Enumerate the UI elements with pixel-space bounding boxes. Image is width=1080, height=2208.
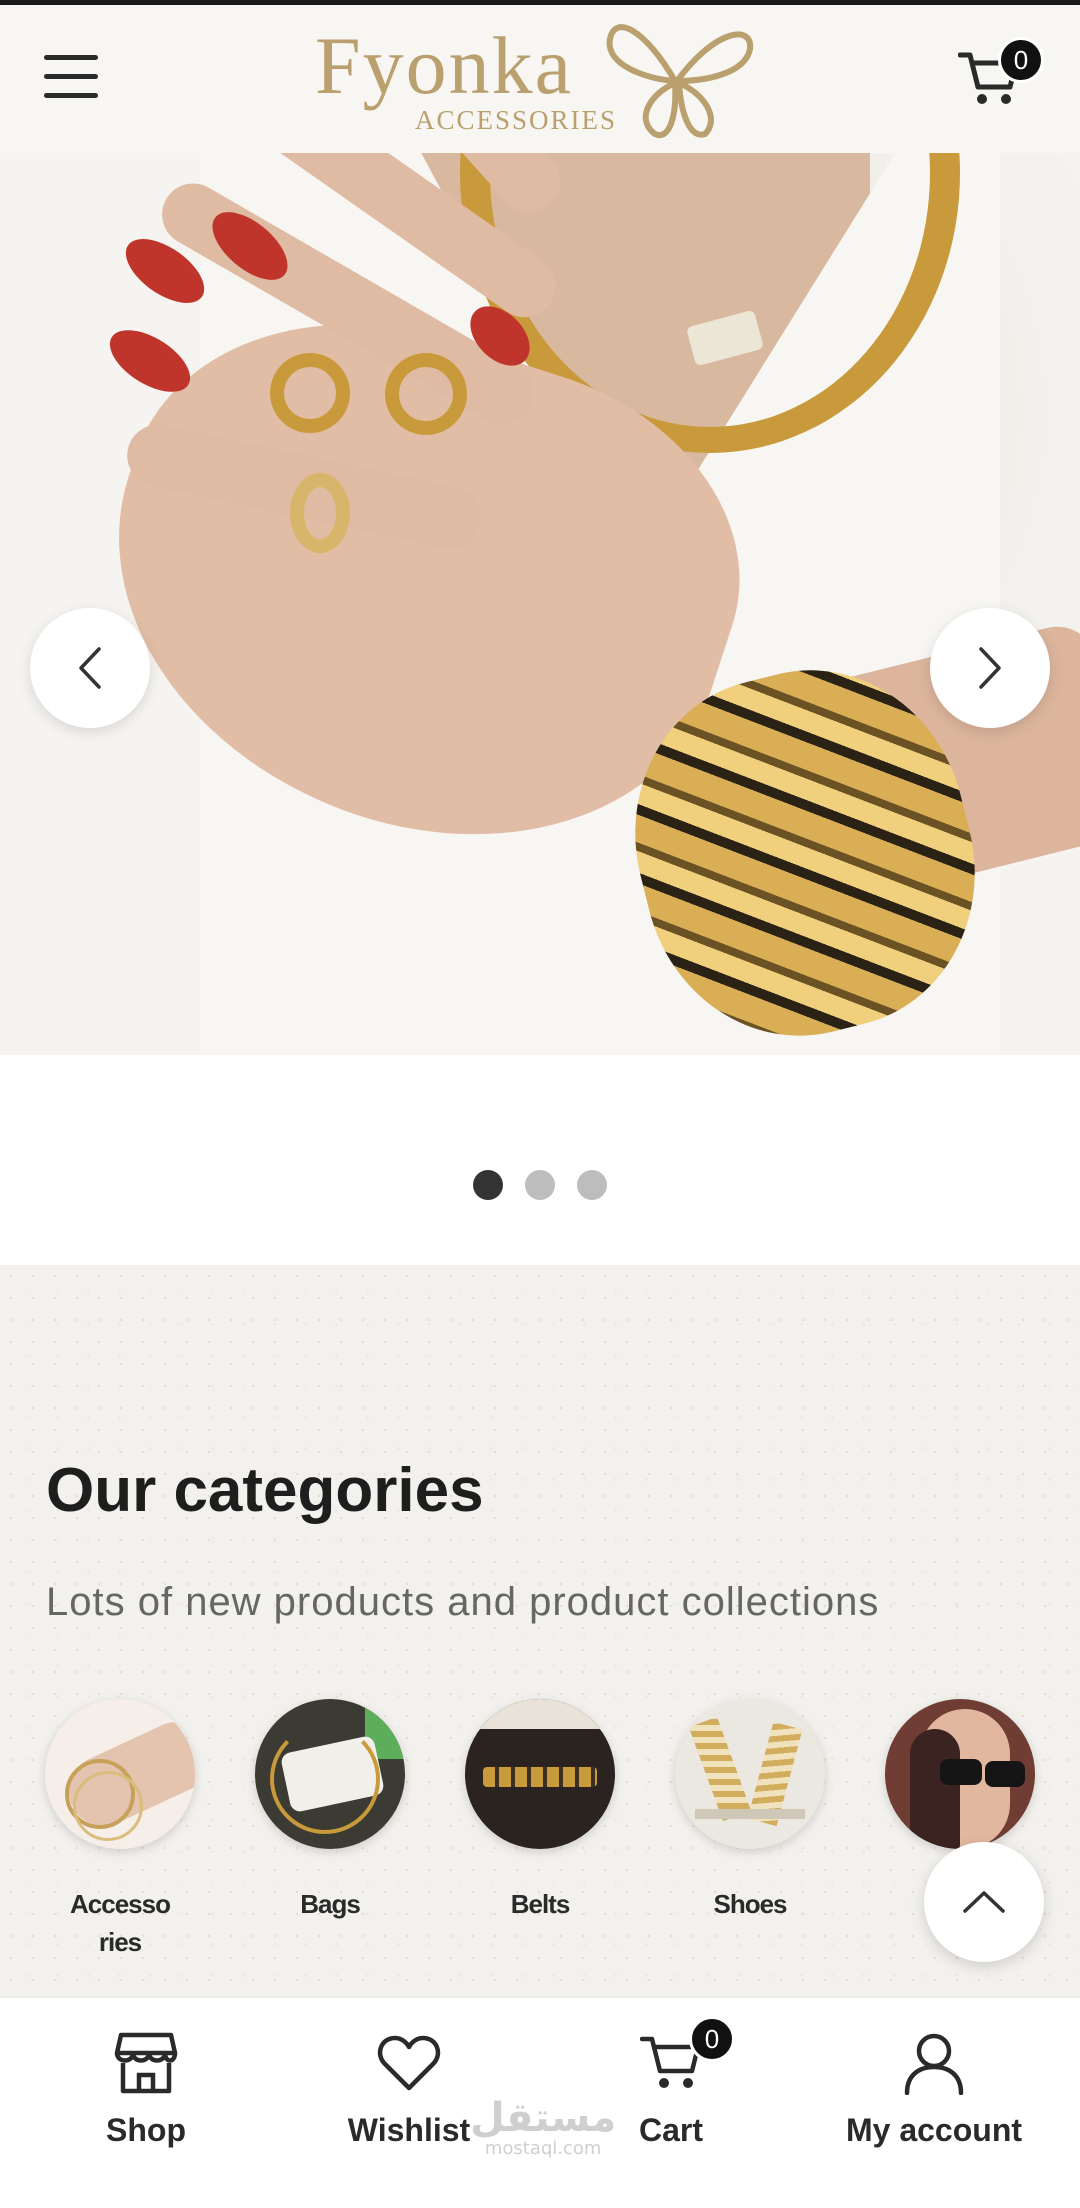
slider-dot-1[interactable] xyxy=(473,1170,503,1200)
category-label: Bags xyxy=(250,1885,410,1923)
category-accessories[interactable]: Accesso ries xyxy=(40,1699,200,1961)
section-title: Our categories xyxy=(46,1456,484,1525)
nav-shop-label: Shop xyxy=(106,2112,186,2148)
category-label-line: Bags xyxy=(300,1889,361,1919)
hero-slider[interactable] xyxy=(0,153,1080,1055)
slider-dot-3[interactable] xyxy=(577,1170,607,1200)
category-shoes[interactable]: Shoes xyxy=(670,1699,830,1923)
chevron-up-icon xyxy=(963,1891,1005,1913)
watermark-arabic: مستقل xyxy=(470,2095,617,2141)
categories-section: Our categories Lots of new products and … xyxy=(0,1265,1080,2000)
category-image xyxy=(675,1699,825,1849)
section-subtitle: Lots of new products and product collect… xyxy=(46,1580,880,1624)
category-label-line: ries xyxy=(98,1927,142,1957)
menu-button[interactable] xyxy=(44,55,104,105)
category-belts[interactable]: Belts xyxy=(460,1699,620,1923)
category-image xyxy=(45,1699,195,1849)
chevron-right-icon xyxy=(979,647,1001,689)
butterfly-logo-icon xyxy=(606,24,754,139)
slider-prev-button[interactable] xyxy=(30,608,150,728)
logo-sub-text: ACCESSORIES xyxy=(415,105,618,135)
logo-brand-text: Fyonka xyxy=(315,20,573,111)
heart-icon xyxy=(377,2035,441,2091)
category-label-line: Shoes xyxy=(713,1889,787,1919)
category-label-line: Accesso xyxy=(70,1889,171,1919)
user-icon xyxy=(904,2033,964,2095)
nav-my-account-label: My account xyxy=(845,2112,1023,2148)
scroll-to-top-button[interactable] xyxy=(924,1842,1044,1962)
category-label: Shoes xyxy=(670,1885,830,1923)
site-header: Fyonka ACCESSORIES 0 xyxy=(0,5,1080,153)
category-image xyxy=(885,1699,1035,1849)
watermark-latin: mostaql.com xyxy=(484,2138,602,2159)
nav-shop[interactable]: Shop xyxy=(16,2028,276,2149)
nav-cart-count-badge: 0 xyxy=(689,2016,735,2062)
category-label-line: Belts xyxy=(510,1889,571,1919)
chevron-left-icon xyxy=(79,647,101,689)
cart-count-badge: 0 xyxy=(998,37,1044,83)
watermark: مستقل mostaql.com xyxy=(470,2098,616,2159)
nav-my-account[interactable]: My account xyxy=(804,2028,1064,2149)
category-label: Belts xyxy=(460,1885,620,1923)
category-bags[interactable]: Bags xyxy=(250,1699,410,1923)
slider-pagination xyxy=(440,1160,640,1210)
slider-next-button[interactable] xyxy=(930,608,1050,728)
category-image xyxy=(255,1699,405,1849)
slider-dot-2[interactable] xyxy=(525,1170,555,1200)
category-image xyxy=(465,1699,615,1849)
site-logo[interactable]: Fyonka ACCESSORIES xyxy=(315,15,765,145)
category-label: Accesso ries xyxy=(40,1885,200,1961)
header-cart-button[interactable]: 0 xyxy=(957,37,1044,113)
menu-icon xyxy=(44,55,104,98)
shop-icon xyxy=(114,2032,178,2094)
